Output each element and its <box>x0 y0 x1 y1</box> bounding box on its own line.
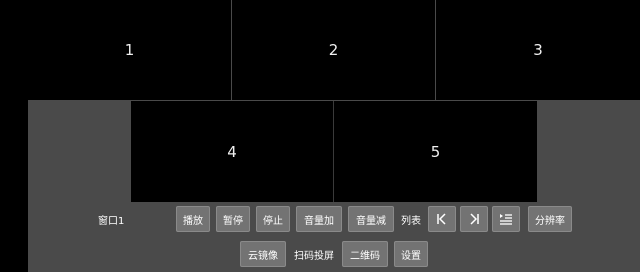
previous-button[interactable] <box>428 206 456 232</box>
list-label-text: 列表 <box>401 215 421 227</box>
video-cell-1[interactable]: 1 <box>28 0 231 100</box>
play-button[interactable]: 播放 <box>176 206 210 232</box>
scan-cast-button[interactable]: 扫码投屏 <box>290 241 338 267</box>
next-button[interactable] <box>460 206 488 232</box>
stop-button[interactable]: 停止 <box>256 206 290 232</box>
qr-code-label: 二维码 <box>350 250 380 262</box>
settings-label: 设置 <box>401 250 421 262</box>
video-cell-label: 1 <box>124 41 135 59</box>
volume-down-button[interactable]: 音量减 <box>348 206 394 232</box>
skip-next-icon <box>470 213 479 225</box>
video-cell-label: 3 <box>533 41 543 59</box>
cell-divider <box>231 0 232 100</box>
video-cell-label: 2 <box>328 41 339 59</box>
volume-up-button[interactable]: 音量加 <box>296 206 342 232</box>
settings-button[interactable]: 设置 <box>394 241 428 267</box>
resolution-button[interactable]: 分辨率 <box>528 206 572 232</box>
video-cell-2[interactable]: 2 <box>232 0 435 100</box>
list-label: 列表 <box>398 206 424 232</box>
playlist-button[interactable] <box>492 206 520 232</box>
video-cell-label: 4 <box>227 142 237 161</box>
cell-divider <box>333 101 334 202</box>
play-button-label: 播放 <box>183 215 203 227</box>
skip-previous-icon <box>437 213 446 225</box>
stop-button-label: 停止 <box>263 215 283 227</box>
volume-down-label: 音量减 <box>356 215 386 227</box>
scan-cast-label: 扫码投屏 <box>294 250 334 262</box>
video-cell-4[interactable]: 4 <box>131 101 333 202</box>
video-cell-5[interactable]: 5 <box>334 101 537 202</box>
volume-up-label: 音量加 <box>304 215 334 227</box>
cloud-mirror-button[interactable]: 云镜像 <box>240 241 286 267</box>
video-cell-3[interactable]: 3 <box>436 0 640 100</box>
window-select[interactable]: 窗口1 <box>28 206 185 232</box>
qr-code-button[interactable]: 二维码 <box>342 241 388 267</box>
cloud-mirror-label: 云镜像 <box>248 250 278 262</box>
pause-button[interactable]: 暂停 <box>216 206 250 232</box>
playlist-icon <box>500 214 512 225</box>
video-cell-label: 5 <box>430 142 441 161</box>
pause-button-label: 暂停 <box>223 215 243 227</box>
cell-divider <box>435 0 436 100</box>
window-select-label: 窗口1 <box>98 215 125 227</box>
resolution-label: 分辨率 <box>535 215 565 227</box>
